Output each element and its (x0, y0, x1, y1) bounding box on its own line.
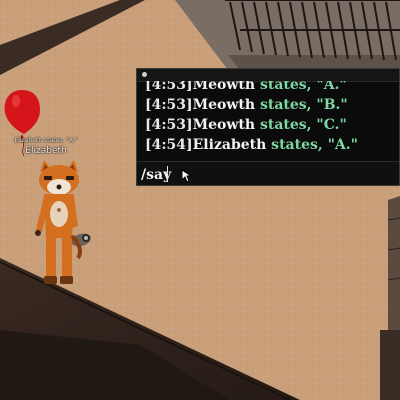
chat-timestamp: [4:53] (145, 117, 193, 133)
chat-speaker: Meowth (192, 97, 256, 113)
chat-input-bar[interactable] (137, 161, 399, 185)
speech-bubble-text: Elizabeth states, "A." (14, 137, 78, 144)
chat-speaker: Meowth (192, 81, 256, 93)
chat-speaker: Meowth (192, 117, 256, 133)
brick-pillar (388, 196, 400, 334)
chat-states-text: states, (255, 97, 317, 113)
chat-states-text: states, (266, 137, 328, 153)
player-nameplate: Elizabeth states, "A." Elizabeth (6, 137, 86, 156)
game-scene[interactable] (0, 0, 400, 400)
chat-states-text: states, (255, 117, 317, 133)
player-name: Elizabeth (25, 146, 67, 156)
mouse-pointer-icon (181, 169, 193, 183)
chat-states-text: states, (255, 81, 317, 93)
chat-message: "C." (316, 117, 347, 133)
chat-message: "A." (327, 137, 358, 153)
chat-timestamp: [4:53] (145, 81, 193, 93)
chat-lines: [4:53]Meowth states, "A." [4:53]Meowth s… (145, 81, 393, 155)
chat-timestamp: [4:54] (145, 137, 193, 153)
window-dot-icon[interactable] (142, 72, 147, 77)
chat-input[interactable] (137, 162, 399, 185)
chat-line: [4:54]Elizabeth states, "A." (145, 135, 393, 155)
chat-line: [4:53]Meowth states, "B." (145, 95, 393, 115)
brick-pillar-dark (380, 330, 400, 400)
chat-window[interactable]: [4:53]Meowth states, "A." [4:53]Meowth s… (136, 68, 400, 186)
chat-line: [4:53]Meowth states, "A." (145, 81, 393, 95)
chat-message: "B." (316, 97, 348, 113)
chat-speaker: Elizabeth (192, 137, 267, 153)
chat-message: "A." (316, 81, 347, 93)
text-caret (167, 166, 168, 182)
chat-timestamp: [4:53] (145, 97, 193, 113)
chat-line: [4:53]Meowth states, "C." (145, 115, 393, 135)
